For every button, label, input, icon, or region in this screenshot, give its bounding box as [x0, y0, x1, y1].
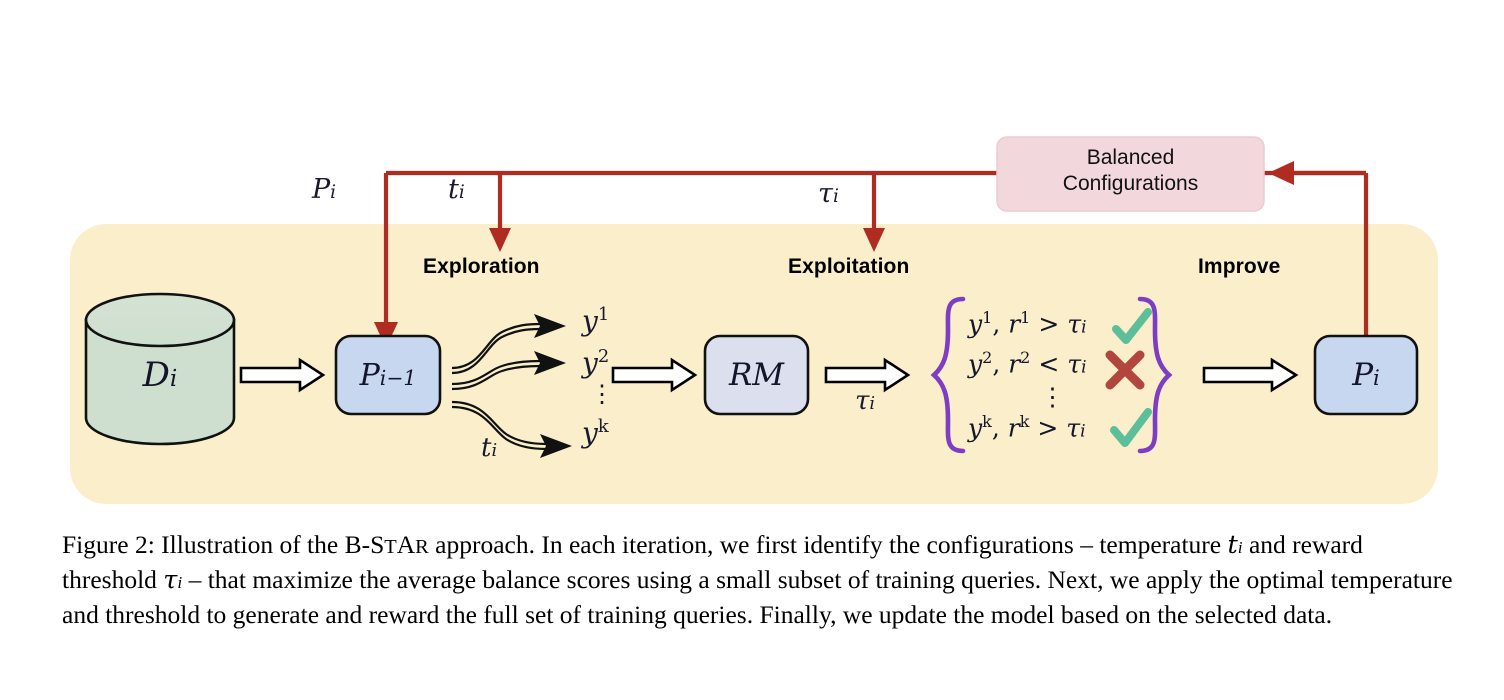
selection-row-1-r: r: [1008, 309, 1021, 339]
dataset-label: Di: [86, 345, 234, 405]
generation-output-2-base: y: [582, 346, 598, 380]
selection-row-k-y: y: [968, 413, 983, 443]
figure-caption: Figure 2: Illustration of the B-STAR app…: [62, 528, 1454, 632]
figure-page: Balanced Configurations Pi ti τi Explora…: [0, 0, 1504, 700]
generation-output-1: y1: [582, 306, 609, 335]
selection-row-1: y1, r1 > τi: [968, 308, 1087, 339]
generation-output-k-sup: k: [597, 416, 609, 437]
selection-row-1-y: y: [968, 309, 983, 339]
feedback-label-policy: Pi: [312, 176, 336, 203]
selection-row-k-tau-sub: i: [1080, 421, 1086, 442]
caption-text-2: A: [396, 530, 416, 559]
generation-temperature-sub: i: [491, 441, 498, 461]
feedback-label-policy-base: P: [312, 174, 331, 205]
dataset-label-sub: i: [169, 366, 178, 392]
caption-figure-number: Figure 2:: [62, 530, 155, 559]
selection-row-1-op: >: [1038, 309, 1060, 339]
selection-row-2-tau: τ: [1067, 349, 1082, 379]
selection-row-2-r: r: [1008, 349, 1021, 379]
selection-row-2-op: <: [1038, 349, 1060, 379]
selection-ellipsis: ⋮: [1040, 382, 1065, 411]
caption-text-5: – that maximize the average balance scor…: [62, 564, 1453, 629]
policy-new-label: Pi: [1315, 336, 1417, 414]
feedback-label-temperature: ti: [448, 176, 465, 203]
selection-row-k-y-sup: k: [982, 412, 992, 431]
selection-row-k: yk, rk > τi: [968, 412, 1086, 443]
policy-new-label-base: P: [1352, 357, 1374, 393]
policy-prev-label-sub: i−1: [379, 365, 417, 390]
diagram-canvas: Balanced Configurations Pi ti τi Explora…: [0, 0, 1504, 520]
caption-text-1: Illustration of the B-S: [154, 530, 385, 559]
selection-row-2-y: y: [968, 349, 983, 379]
reward-model-label: RM: [705, 336, 808, 414]
generation-output-2-sup: 2: [597, 346, 610, 367]
caption-math-t: t: [1227, 530, 1238, 560]
selection-row-1-y-sup: 1: [982, 308, 993, 327]
selection-row-2-y-sup: 2: [982, 348, 993, 367]
feedback-label-temperature-base: t: [448, 174, 459, 205]
balanced-configurations-label: Balanced Configurations: [997, 145, 1264, 198]
stage-label-exploitation: Exploitation: [788, 255, 910, 278]
threshold-under-arrow-base: τ: [855, 386, 870, 416]
generation-temperature-label: ti: [481, 435, 497, 461]
balanced-configurations-line1: Balanced: [1086, 146, 1175, 169]
feedback-label-threshold: τi: [818, 180, 839, 207]
feedback-label-policy-sub: i: [330, 182, 337, 203]
policy-prev-label-base: P: [359, 357, 380, 393]
feedback-label-threshold-sub: i: [832, 186, 839, 207]
generation-output-k: yk: [582, 418, 609, 447]
selection-row-1-tau: τ: [1067, 309, 1082, 339]
feedback-label-temperature-sub: i: [458, 182, 465, 203]
generation-output-1-base: y: [582, 304, 598, 338]
dataset-label-base: D: [142, 355, 170, 395]
selection-row-k-tau: τ: [1066, 413, 1081, 443]
selection-row-k-op: >: [1037, 413, 1059, 443]
selection-row-2: y2, r2 < τi: [968, 348, 1087, 379]
selection-row-k-r-sup: k: [1019, 412, 1030, 431]
caption-smallcaps-2: R: [415, 536, 429, 558]
generation-temperature-base: t: [481, 433, 492, 463]
selection-row-1-r-sup: 1: [1020, 308, 1031, 327]
selection-row-2-tau-sub: i: [1081, 357, 1087, 378]
selection-row-k-r: r: [1007, 413, 1020, 443]
caption-text-3: approach. In each iteration, we first id…: [428, 530, 1228, 559]
selection-row-2-r-sup: 2: [1020, 348, 1031, 367]
generation-ellipsis: ⋮: [590, 380, 614, 408]
stage-label-exploration: Exploration: [423, 255, 540, 278]
threshold-under-arrow-label: τi: [855, 388, 875, 414]
caption-math-tau: τ: [163, 564, 178, 595]
reward-model-label-base: RM: [728, 357, 785, 393]
balanced-configurations-line2: Configurations: [1062, 172, 1199, 196]
generation-output-k-base: y: [582, 416, 598, 450]
threshold-under-arrow-sub: i: [869, 394, 876, 414]
feedback-label-threshold-base: τ: [818, 178, 833, 209]
caption-smallcaps-1: T: [384, 536, 397, 558]
stage-label-improve: Improve: [1198, 255, 1281, 278]
policy-new-label-sub: i: [1373, 365, 1380, 390]
selection-row-1-tau-sub: i: [1081, 317, 1087, 338]
generation-output-2: y2: [582, 348, 609, 377]
generation-output-1-sup: 1: [597, 304, 610, 325]
policy-prev-label: Pi−1: [336, 336, 440, 414]
